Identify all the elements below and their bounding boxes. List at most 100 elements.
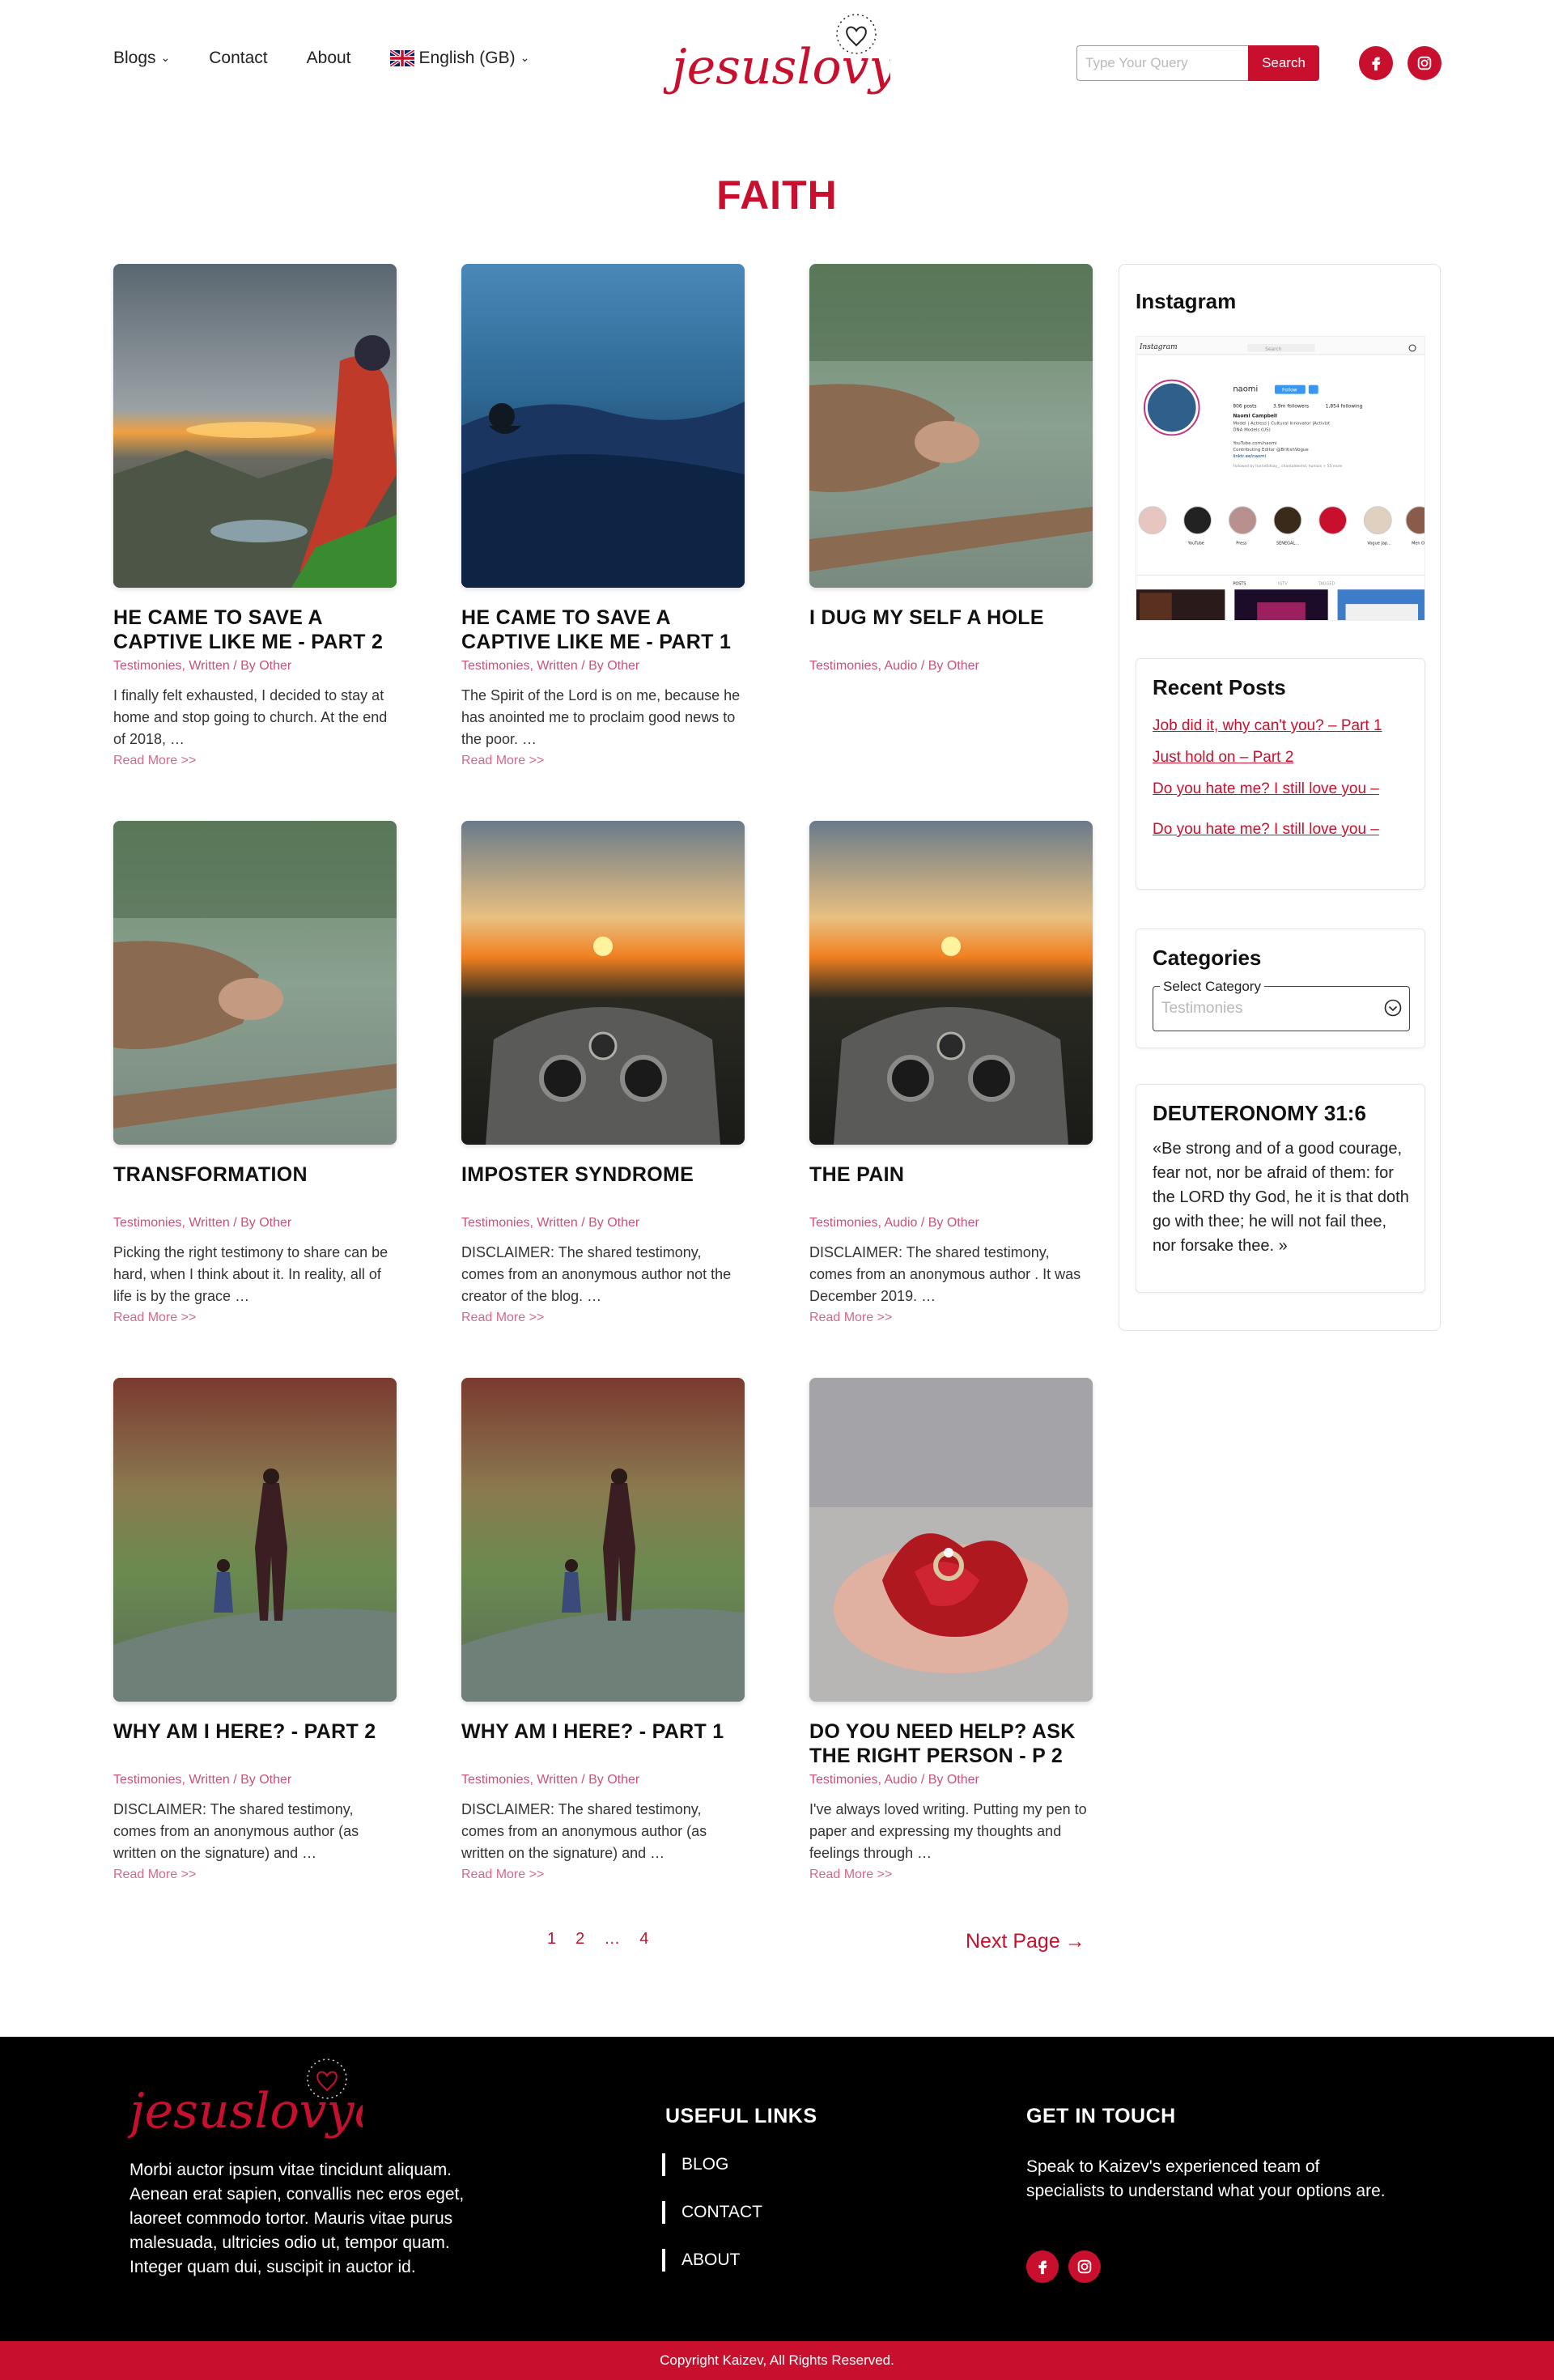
instagram-title: Instagram — [1136, 289, 1237, 313]
read-more-link[interactable]: Read More >> — [461, 1868, 544, 1882]
post-thumbnail[interactable] — [113, 1378, 397, 1702]
footer-logo[interactable]: jesuslovyou — [128, 2046, 363, 2152]
nav-about[interactable]: About — [307, 49, 351, 68]
svg-text:linktr.ee/naomi: linktr.ee/naomi — [1233, 454, 1266, 459]
post-title[interactable]: IMPOSTER SYNDROME — [461, 1162, 745, 1211]
post-card: WHY AM I HERE? - PART 1 Testimonies, Writ… — [461, 1378, 745, 1882]
nav-contact[interactable]: Contact — [209, 49, 267, 68]
read-more-link[interactable]: Read More >> — [113, 754, 196, 768]
copyright-bar: Copyright Kaizev, All Rights Reserved. — [0, 2341, 1554, 2380]
category-select[interactable]: Select Category Testimonies — [1153, 979, 1410, 1031]
post-meta[interactable]: Testimonies, Written / By Other — [113, 659, 397, 674]
post-excerpt: The Spirit of the Lord is on me, because… — [461, 687, 741, 747]
facebook-icon[interactable] — [1359, 46, 1393, 80]
post-title[interactable]: HE CAME TO SAVE A CAPTIVE LIKE ME - PART… — [461, 606, 745, 654]
svg-text:Contributing Editor @BritishVo: Contributing Editor @BritishVogue — [1233, 448, 1309, 453]
chevron-down-icon: ⌄ — [520, 50, 530, 64]
footer-link-contact[interactable]: CONTACT — [662, 2201, 762, 2224]
post-meta[interactable]: Testimonies, Written / By Other — [461, 659, 745, 674]
read-more-link[interactable]: Read More >> — [809, 1868, 892, 1882]
post-excerpt: DISCLAIMER: The shared testimony, comes … — [461, 1244, 732, 1304]
uk-flag-icon — [389, 50, 414, 66]
nav-contact-label: Contact — [209, 49, 268, 67]
svg-text:Men O: Men O — [1412, 542, 1424, 546]
post-thumbnail[interactable] — [461, 821, 745, 1145]
post-title[interactable]: DO YOU NEED HELP? ASK THE RIGHT PERSON -… — [809, 1719, 1093, 1768]
post-meta[interactable]: Testimonies, Audio / By Other — [809, 1773, 1093, 1787]
svg-text:TAGGED: TAGGED — [1318, 581, 1335, 586]
svg-text:Vogue Jap…: Vogue Jap… — [1367, 542, 1391, 546]
site-logo[interactable]: jesuslovyou — [664, 6, 890, 112]
post-thumbnail[interactable] — [113, 264, 397, 588]
svg-text:POSTS: POSTS — [1233, 581, 1246, 586]
recent-post-link[interactable]: Do you hate me? I still love you – — [1153, 819, 1412, 840]
post-title[interactable]: TRANSFORMATION — [113, 1162, 397, 1211]
svg-text:Press: Press — [1236, 542, 1246, 546]
page-link-4[interactable]: 4 — [639, 1930, 648, 1949]
next-page-link[interactable]: Next Page → — [966, 1930, 1085, 1953]
svg-text:YouTube.com/naomi: YouTube.com/naomi — [1232, 441, 1276, 446]
post-thumbnail[interactable] — [809, 1378, 1093, 1702]
language-selector[interactable]: English (GB) ⌄ — [389, 49, 530, 68]
post-thumbnail[interactable] — [461, 264, 745, 588]
post-title[interactable]: WHY AM I HERE? - PART 2 — [113, 1719, 397, 1768]
svg-text:3.9m followers: 3.9m followers — [1273, 404, 1309, 410]
post-meta[interactable]: Testimonies, Written / By Other — [461, 1773, 745, 1787]
get-in-touch-title: GET IN TOUCH — [1026, 2105, 1176, 2127]
post-card: HE CAME TO SAVE A CAPTIVE LIKE ME - PART… — [113, 264, 397, 768]
search-button[interactable]: Search — [1248, 45, 1319, 81]
recent-post-link[interactable]: Job did it, why can't you? – Part 1 — [1153, 716, 1412, 737]
post-title[interactable]: HE CAME TO SAVE A CAPTIVE LIKE ME - PART… — [113, 606, 397, 654]
footer-link-about[interactable]: ABOUT — [662, 2249, 762, 2272]
post-meta[interactable]: Testimonies, Written / By Other — [113, 1773, 397, 1787]
category-select-value: Testimonies — [1161, 1000, 1243, 1017]
arrow-right-icon: → — [1064, 1930, 1085, 1953]
verse-text: «Be strong and of a good courage, fear n… — [1153, 1140, 1409, 1255]
post-title[interactable]: THE PAIN — [809, 1162, 1093, 1211]
svg-text:Follow: Follow — [1282, 388, 1297, 393]
post-thumbnail[interactable] — [461, 1378, 745, 1702]
read-more-link[interactable]: Read More >> — [461, 754, 544, 768]
post-card: HE CAME TO SAVE A CAPTIVE LIKE ME - PART… — [461, 264, 745, 768]
search-input[interactable] — [1076, 45, 1248, 81]
read-more-link[interactable]: Read More >> — [113, 1311, 196, 1325]
post-excerpt: Picking the right testimony to share can… — [113, 1244, 388, 1304]
post-thumbnail[interactable] — [113, 821, 397, 1145]
post-meta[interactable]: Testimonies, Audio / By Other — [809, 1216, 1093, 1230]
categories-title: Categories — [1153, 946, 1262, 970]
post-title[interactable]: WHY AM I HERE? - PART 1 — [461, 1719, 745, 1768]
post-excerpt: I finally felt exhausted, I decided to s… — [113, 687, 388, 747]
svg-text:1,854 following: 1,854 following — [1326, 404, 1363, 410]
read-more-link[interactable]: Read More >> — [461, 1311, 544, 1325]
facebook-icon[interactable] — [1026, 2250, 1059, 2283]
svg-text:Followed by harrietlitsay_, ch: Followed by harrietlitsay_, chantaldenhd… — [1233, 464, 1342, 469]
post-excerpt — [809, 685, 1093, 750]
footer-logo-text: jesuslovyou — [128, 2083, 363, 2140]
instagram-icon[interactable] — [1068, 2250, 1101, 2283]
svg-text:Model | Actress | Cultural Inn: Model | Actress | Cultural Innovator |Ac… — [1233, 421, 1330, 426]
instagram-icon[interactable] — [1408, 46, 1441, 80]
post-card: IMPOSTER SYNDROME Testimonies, Written / … — [461, 821, 745, 1325]
recent-post-link[interactable]: Do you hate me? I still love you – — [1153, 779, 1412, 800]
nav-blogs[interactable]: Blogs ⌄ — [113, 49, 170, 68]
footer-link-blog[interactable]: BLOG — [662, 2153, 762, 2176]
recent-post-link[interactable]: Just hold on – Part 2 — [1153, 747, 1412, 768]
read-more-link[interactable]: Read More >> — [113, 1868, 196, 1882]
chevron-down-circle-icon — [1384, 999, 1402, 1017]
post-card: I DUG MY SELF A HOLE Testimonies, Audio /… — [809, 264, 1093, 765]
post-meta[interactable]: Testimonies, Written / By Other — [461, 1216, 745, 1230]
post-meta[interactable]: Testimonies, Written / By Other — [113, 1216, 397, 1230]
post-thumbnail[interactable] — [809, 821, 1093, 1145]
post-thumbnail[interactable] — [809, 264, 1093, 588]
post-excerpt: DISCLAIMER: The shared testimony, comes … — [809, 1244, 1081, 1304]
instagram-feed-image[interactable]: Instagram Search naomi Follow 806 posts … — [1136, 336, 1425, 621]
page-link-2[interactable]: 2 — [575, 1930, 584, 1949]
page-link-1[interactable]: 1 — [547, 1930, 556, 1949]
read-more-link[interactable]: Read More >> — [809, 1311, 892, 1325]
post-title[interactable]: I DUG MY SELF A HOLE — [809, 606, 1093, 654]
main-nav: Blogs ⌄ Contact About English (GB) ⌄ — [113, 49, 529, 68]
svg-text:YouTube: YouTube — [1187, 542, 1204, 546]
nav-about-label: About — [306, 49, 351, 67]
post-meta[interactable]: Testimonies, Audio / By Other — [809, 659, 1093, 674]
svg-text:naomi: naomi — [1233, 385, 1258, 394]
